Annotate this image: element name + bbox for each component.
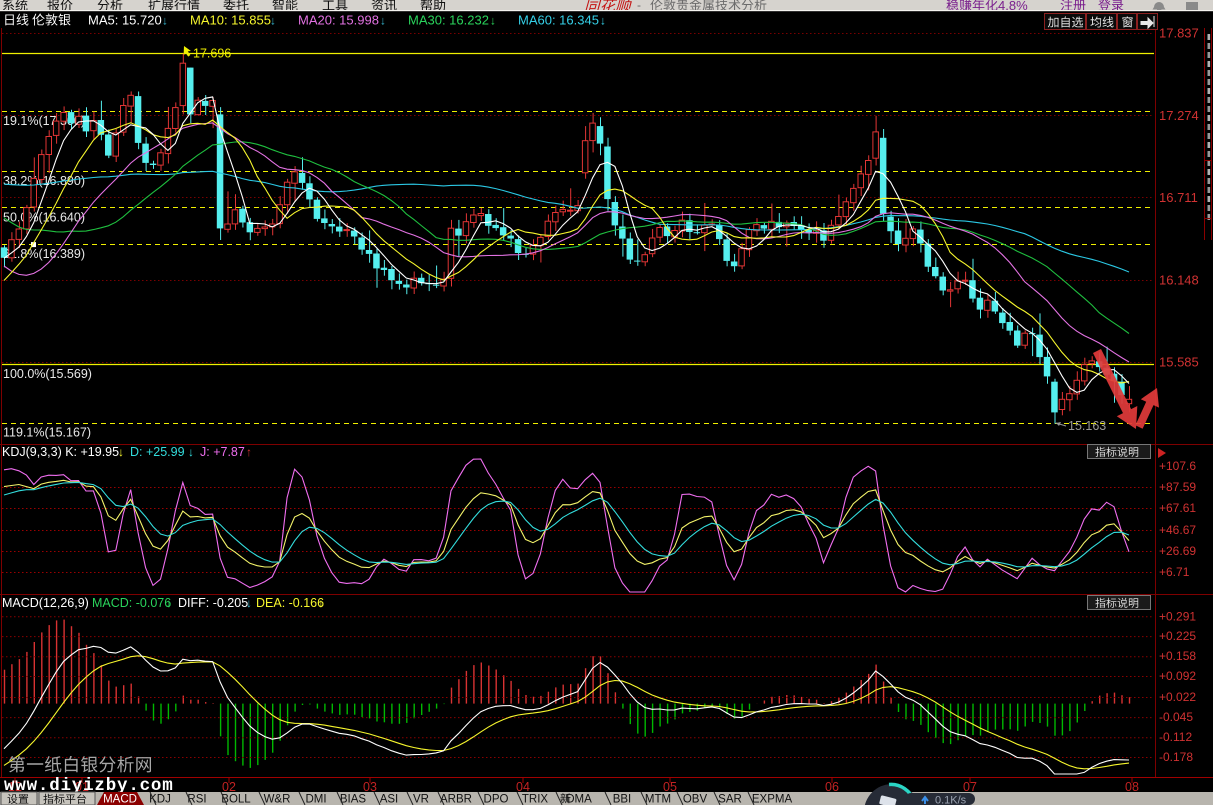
svg-text:DIFF: -0.205: DIFF: -0.205 [178,596,248,610]
svg-text:17.274: 17.274 [1159,108,1199,123]
svg-text:-0.112: -0.112 [1159,730,1192,744]
svg-text:↓: ↓ [118,445,124,459]
svg-text:↓: ↓ [490,14,496,28]
svg-text:15.163: 15.163 [1068,419,1106,433]
svg-text:+87.59: +87.59 [1159,480,1196,494]
svg-text:MA5: 15.720: MA5: 15.720 [88,13,162,28]
svg-text:+46.67: +46.67 [1159,523,1196,537]
svg-text:W&R: W&R [264,794,291,805]
svg-text:↓: ↓ [162,14,168,28]
svg-text:SAR: SAR [718,794,742,805]
svg-text:100.0%(15.569): 100.0%(15.569) [3,367,92,381]
svg-text:D: +25.99: D: +25.99 [130,445,185,459]
svg-text:EXPMA: EXPMA [752,794,793,805]
svg-text:MA60: 16.345: MA60: 16.345 [518,13,599,28]
svg-text:↓: ↓ [188,445,194,459]
svg-text:+0.225: +0.225 [1159,629,1196,643]
svg-text:17.837: 17.837 [1159,26,1199,41]
svg-text:RSI: RSI [187,794,206,805]
svg-text:DEA: -0.166: DEA: -0.166 [256,596,324,610]
svg-text:+26.69: +26.69 [1159,544,1196,558]
svg-text:DMA: DMA [566,794,592,805]
svg-text:KDJ: KDJ [149,794,171,805]
svg-text:17.696: 17.696 [193,47,231,61]
svg-text:↓: ↓ [380,14,386,28]
svg-text:16.148: 16.148 [1159,272,1199,287]
svg-text:KDJ(9,3,3) K: +19.95: KDJ(9,3,3) K: +19.95 [2,445,119,459]
svg-text:MA20: 15.998: MA20: 15.998 [298,13,379,28]
svg-text:+0.291: +0.291 [1159,609,1196,623]
svg-text:↓: ↓ [270,14,276,28]
svg-text:↓: ↓ [600,14,606,28]
svg-text:↓: ↓ [166,596,172,610]
svg-text:MACD: -0.076: MACD: -0.076 [92,596,171,610]
svg-text:TRIX: TRIX [522,794,549,805]
svg-text:↓: ↓ [318,596,324,610]
svg-text:MA30: 16.232: MA30: 16.232 [408,13,489,28]
svg-text:+6.71: +6.71 [1159,565,1190,579]
svg-text:ASI: ASI [380,794,399,805]
svg-text:MA10: 15.855: MA10: 15.855 [190,13,271,28]
svg-text:DPO: DPO [484,794,509,805]
svg-text:VR: VR [413,794,429,805]
svg-text:+107.6: +107.6 [1159,459,1196,473]
svg-text:15.585: 15.585 [1159,355,1199,370]
svg-text:16.711: 16.711 [1159,190,1198,205]
svg-text:BIAS: BIAS [340,794,367,805]
svg-text:MACD(12,26,9): MACD(12,26,9) [2,596,89,610]
svg-text:50.0%(16.640): 50.0%(16.640) [3,210,85,224]
svg-text:↑: ↑ [246,445,252,459]
svg-text:BBI: BBI [613,794,632,805]
svg-text:MACD: MACD [103,794,137,805]
svg-text:+0.158: +0.158 [1159,649,1196,663]
svg-text:+67.61: +67.61 [1159,501,1196,515]
svg-text:+0.092: +0.092 [1159,669,1196,683]
svg-text:-0.178: -0.178 [1159,750,1193,764]
svg-text:0.1K/s: 0.1K/s [935,795,967,805]
svg-text:OBV: OBV [683,794,708,805]
svg-text:ARBR: ARBR [440,794,472,805]
svg-text:J: +7.87: J: +7.87 [200,445,245,459]
svg-text:119.1%(15.167): 119.1%(15.167) [3,426,91,440]
svg-text:DMI: DMI [305,794,326,805]
svg-text:-0.045: -0.045 [1159,710,1193,724]
svg-text:+0.022: +0.022 [1159,690,1196,704]
svg-text:MTM: MTM [645,794,671,805]
svg-text:↓: ↓ [246,596,252,610]
